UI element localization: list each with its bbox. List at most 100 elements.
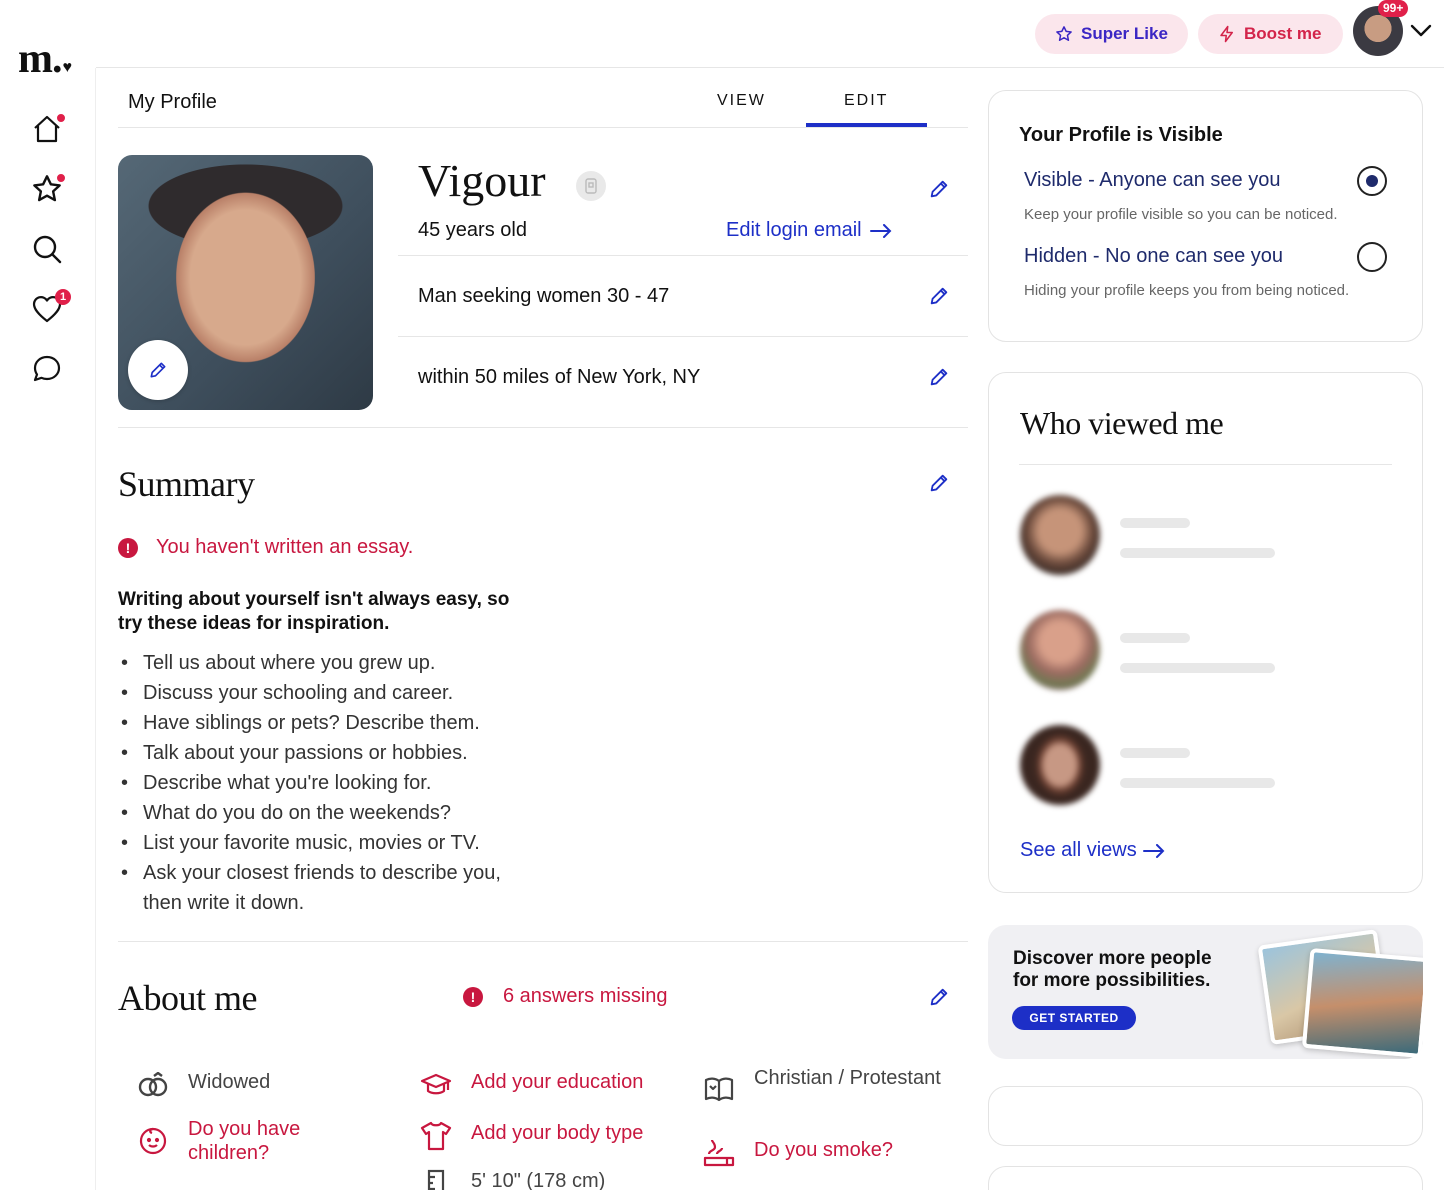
- list-item: What do you do on the weekends?: [121, 798, 543, 828]
- get-started-button[interactable]: GET STARTED: [1012, 1006, 1136, 1030]
- nav-favorites[interactable]: [31, 173, 66, 205]
- hidden-radio[interactable]: [1357, 242, 1387, 272]
- about-item-text: Add your body type: [471, 1122, 644, 1144]
- divider: [398, 336, 968, 337]
- empty-card: [988, 1086, 1423, 1146]
- about-item-text: Widowed: [188, 1071, 271, 1093]
- hidden-option-label[interactable]: Hidden - No one can see you: [1024, 245, 1283, 268]
- skeleton-line: [1120, 663, 1275, 673]
- edit-photo-button[interactable]: [128, 340, 188, 400]
- star-outline-icon: [1055, 25, 1073, 43]
- account-menu-chevron-icon[interactable]: [1410, 24, 1432, 38]
- nav-search[interactable]: [31, 233, 63, 265]
- hidden-option-description: Hiding your profile keeps you from being…: [1024, 282, 1350, 299]
- list-item: Ask your closest friends to describe you…: [121, 858, 543, 918]
- about-heading: About me: [118, 978, 257, 1018]
- nav-likes[interactable]: 1: [31, 289, 71, 325]
- visible-radio[interactable]: [1357, 166, 1387, 196]
- rings-icon: [136, 1068, 170, 1102]
- graduation-cap-icon: [419, 1068, 453, 1102]
- seeking-preference: Man seeking women 30 - 47: [418, 285, 670, 307]
- active-tab-indicator: [806, 123, 927, 127]
- visibility-title: Your Profile is Visible: [1019, 124, 1223, 146]
- nav-messages[interactable]: [31, 353, 63, 385]
- about-item-religion[interactable]: Christian / Protestant: [702, 1066, 942, 1106]
- search-icon: [31, 233, 63, 265]
- arrow-right-icon: [1142, 843, 1165, 858]
- boost-button[interactable]: Boost me: [1198, 14, 1343, 54]
- see-all-views-label: See all views: [1020, 839, 1137, 861]
- edit-login-email-link[interactable]: Edit login email: [726, 219, 892, 242]
- divider: [118, 427, 968, 428]
- about-item-text: Do you smoke?: [754, 1139, 893, 1161]
- divider: [118, 941, 968, 942]
- about-item-education[interactable]: Add your education: [419, 1068, 679, 1102]
- edit-login-email-label: Edit login email: [726, 219, 862, 241]
- list-item: Have siblings or pets? Describe them.: [121, 708, 543, 738]
- who-viewed-title: Who viewed me: [1020, 405, 1224, 441]
- blurred-viewer-avatar[interactable]: [1020, 610, 1100, 690]
- about-item-text: Christian / Protestant: [754, 1067, 941, 1089]
- summary-alert-text: You haven't written an essay.: [156, 536, 414, 558]
- edit-summary-pencil-icon[interactable]: [928, 472, 950, 494]
- list-item: Describe what you're looking for.: [121, 768, 543, 798]
- about-item-children[interactable]: Do you have children?: [136, 1117, 376, 1165]
- skeleton-line: [1120, 518, 1190, 528]
- skeleton-line: [1120, 748, 1190, 758]
- about-missing-alert[interactable]: ! 6 answers missing: [463, 985, 668, 1008]
- blurred-viewer-avatar[interactable]: [1020, 725, 1100, 805]
- tips-list: Tell us about where you grew up. Discuss…: [121, 648, 543, 918]
- about-item-text: Do you have children?: [188, 1118, 301, 1164]
- location-preference: within 50 miles of New York, NY: [418, 366, 701, 388]
- edit-name-pencil-icon[interactable]: [928, 178, 950, 200]
- tab-view[interactable]: VIEW: [717, 92, 766, 110]
- notification-badge: 99+: [1378, 0, 1409, 17]
- shirt-icon: [419, 1119, 453, 1153]
- about-missing-text: 6 answers missing: [503, 985, 668, 1007]
- promo-banner[interactable]: Discover more people for more possibilit…: [988, 925, 1423, 1059]
- list-item: Talk about your passions or hobbies.: [121, 738, 543, 768]
- about-item-text: 5' 10" (178 cm): [471, 1170, 606, 1190]
- profile-name: Vigour: [418, 155, 546, 206]
- about-item-body-type[interactable]: Add your body type: [419, 1119, 679, 1153]
- edit-seeking-pencil-icon[interactable]: [928, 285, 950, 307]
- edit-location-pencil-icon[interactable]: [928, 366, 950, 388]
- promo-couple-photo: [1301, 947, 1423, 1059]
- verify-phone-icon[interactable]: [576, 171, 606, 201]
- about-item-height[interactable]: 5' 10" (178 cm): [419, 1167, 679, 1190]
- super-like-label: Super Like: [1081, 24, 1168, 43]
- about-item-marital-status[interactable]: Widowed: [136, 1068, 376, 1102]
- likes-count-badge: 1: [55, 289, 71, 305]
- nav-home[interactable]: [31, 113, 66, 145]
- who-viewed-card: Who viewed me See all views: [988, 372, 1423, 893]
- pencil-icon: [148, 360, 168, 380]
- tips-title: Writing about yourself isn't always easy…: [118, 589, 510, 634]
- divider: [1019, 464, 1392, 465]
- profile-tab-bar: My Profile VIEW EDIT: [118, 80, 968, 128]
- alert-icon: !: [463, 986, 483, 1007]
- skeleton-line: [1120, 633, 1190, 643]
- promo-text: Discover more people for more possibilit…: [1013, 948, 1212, 991]
- boost-label: Boost me: [1244, 24, 1322, 43]
- visible-option-description: Keep your profile visible so you can be …: [1024, 206, 1338, 223]
- ruler-icon: [419, 1167, 453, 1190]
- blurred-viewer-avatar[interactable]: [1020, 495, 1100, 575]
- divider: [398, 255, 968, 256]
- child-face-icon: [136, 1123, 170, 1157]
- edit-about-pencil-icon[interactable]: [928, 986, 950, 1008]
- tab-edit[interactable]: EDIT: [844, 92, 888, 110]
- summary-heading: Summary: [118, 464, 255, 504]
- chat-icon: [31, 353, 63, 385]
- skeleton-line: [1120, 778, 1275, 788]
- book-icon: [702, 1072, 736, 1106]
- list-item: List your favorite music, movies or TV.: [121, 828, 543, 858]
- list-item: Tell us about where you grew up.: [121, 648, 543, 678]
- skeleton-line: [1120, 548, 1275, 558]
- empty-card: [988, 1166, 1423, 1190]
- page-title: My Profile: [128, 91, 217, 113]
- favorites-notification-dot: [56, 173, 66, 183]
- about-item-smoking[interactable]: Do you smoke?: [702, 1136, 942, 1170]
- visible-option-label[interactable]: Visible - Anyone can see you: [1024, 169, 1280, 192]
- see-all-views-link[interactable]: See all views: [1020, 839, 1165, 862]
- super-like-button[interactable]: Super Like: [1035, 14, 1188, 54]
